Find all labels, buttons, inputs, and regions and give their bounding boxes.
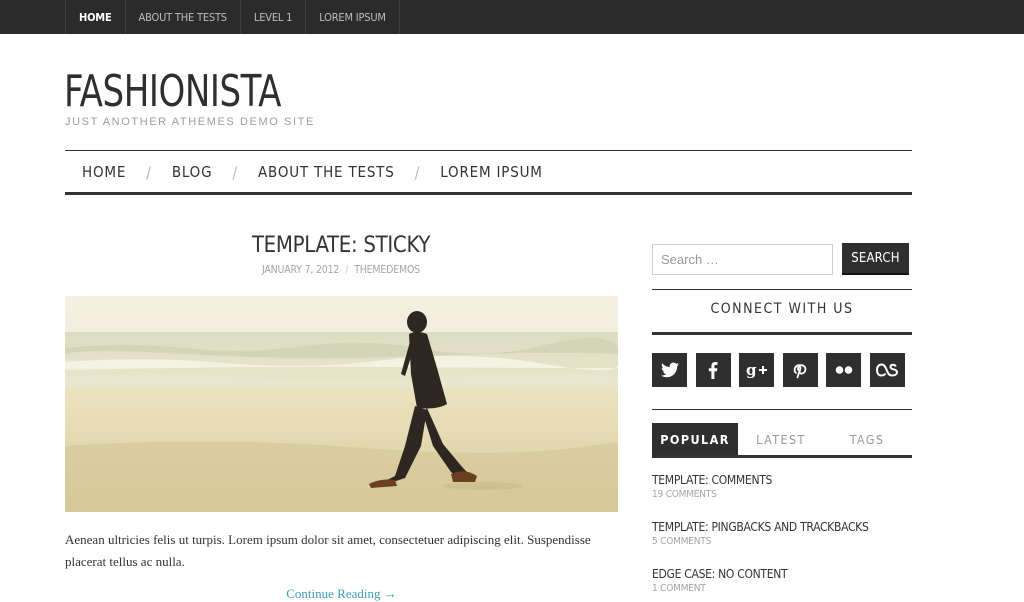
continue-reading-link[interactable]: Continue Reading → xyxy=(65,586,618,602)
google-plus-icon: g xyxy=(746,362,767,378)
top-nav-item-lorem-ipsum[interactable]: LOREM IPSUM xyxy=(306,0,400,34)
site-title[interactable]: FASHIONISTA xyxy=(64,66,281,118)
widget-divider xyxy=(652,289,912,290)
google-plus-button[interactable]: g xyxy=(739,353,775,387)
lastfm-button[interactable] xyxy=(869,353,905,387)
twitter-button[interactable] xyxy=(652,353,687,387)
top-nav-item-about-the-tests[interactable]: ABOUT THE TESTS xyxy=(126,0,241,34)
popular-post-title[interactable]: TEMPLATE: PINGBACKS AND TRACKBACKS xyxy=(652,519,912,535)
flickr-icon xyxy=(835,366,853,374)
search-input[interactable] xyxy=(652,244,833,275)
svg-text:g: g xyxy=(746,362,757,378)
pinterest-icon xyxy=(793,364,807,379)
post-title[interactable]: TEMPLATE: STICKY xyxy=(64,233,618,258)
facebook-icon xyxy=(708,361,718,379)
beach-walker-photo xyxy=(65,296,618,512)
popular-post-title[interactable]: TEMPLATE: COMMENTS xyxy=(652,472,912,488)
main-nav-separator: / xyxy=(146,162,152,182)
meta-separator: / xyxy=(345,264,349,276)
main-nav-item-about-the-tests[interactable]: ABOUT THE TESTS xyxy=(258,163,395,181)
pinterest-button[interactable] xyxy=(782,353,818,387)
post-featured-image[interactable] xyxy=(65,296,618,512)
popular-post-comments: 5 COMMENTS xyxy=(652,536,712,547)
popular-posts-list: TEMPLATE: COMMENTS 19 COMMENTS TEMPLATE:… xyxy=(652,472,912,602)
main-nav-item-lorem-ipsum[interactable]: LOREM IPSUM xyxy=(440,163,542,181)
main-nav-separator: / xyxy=(414,162,421,182)
posts-tabs: POPULAR LATEST TAGS xyxy=(652,423,912,458)
widget-title-underline xyxy=(652,332,912,335)
main-nav-item-blog[interactable]: BLOG xyxy=(172,163,213,181)
top-nav: HOME ABOUT THE TESTS LEVEL 1 LOREM IPSUM xyxy=(65,0,400,34)
popular-post-comments: 1 COMMENT xyxy=(652,583,706,594)
main-nav-item-home[interactable]: HOME xyxy=(82,163,126,181)
main-nav-separator: / xyxy=(232,162,238,182)
top-bar: HOME ABOUT THE TESTS LEVEL 1 LOREM IPSUM xyxy=(0,0,1024,34)
popular-post-comments: 19 COMMENTS xyxy=(652,489,717,500)
tab-latest[interactable]: LATEST xyxy=(738,423,824,455)
connect-widget-title: CONNECT WITH US xyxy=(710,301,854,317)
tab-tags[interactable]: TAGS xyxy=(824,423,910,455)
facebook-button[interactable] xyxy=(695,353,731,387)
post-meta: JANUARY 7, 2012 / THEMEDEMOS xyxy=(64,264,618,276)
widget-divider xyxy=(652,409,912,410)
top-nav-item-home[interactable]: HOME xyxy=(66,0,126,34)
flickr-button[interactable] xyxy=(826,353,862,387)
top-nav-item-level-1[interactable]: LEVEL 1 xyxy=(241,0,307,34)
social-icons: g xyxy=(652,353,914,387)
post-author[interactable]: THEMEDEMOS xyxy=(354,264,420,276)
popular-post-title[interactable]: EDGE CASE: NO CONTENT xyxy=(652,566,912,582)
list-item: EDGE CASE: NO CONTENT 1 COMMENT xyxy=(652,566,912,602)
tab-popular[interactable]: POPULAR xyxy=(652,423,738,455)
twitter-icon xyxy=(660,362,679,378)
list-item: TEMPLATE: COMMENTS 19 COMMENTS xyxy=(652,472,912,519)
site-description: JUST ANOTHER ATHEMES DEMO SITE xyxy=(65,116,315,128)
search-button[interactable]: SEARCH xyxy=(842,243,909,275)
main-nav: HOME / BLOG / ABOUT THE TESTS / LOREM IP… xyxy=(65,150,912,195)
post-date[interactable]: JANUARY 7, 2012 xyxy=(262,264,339,276)
list-item: TEMPLATE: PINGBACKS AND TRACKBACKS 5 COM… xyxy=(652,519,912,566)
post-excerpt: Aenean ultricies felis ut turpis. Lorem … xyxy=(65,532,591,569)
lastfm-icon xyxy=(876,363,899,377)
